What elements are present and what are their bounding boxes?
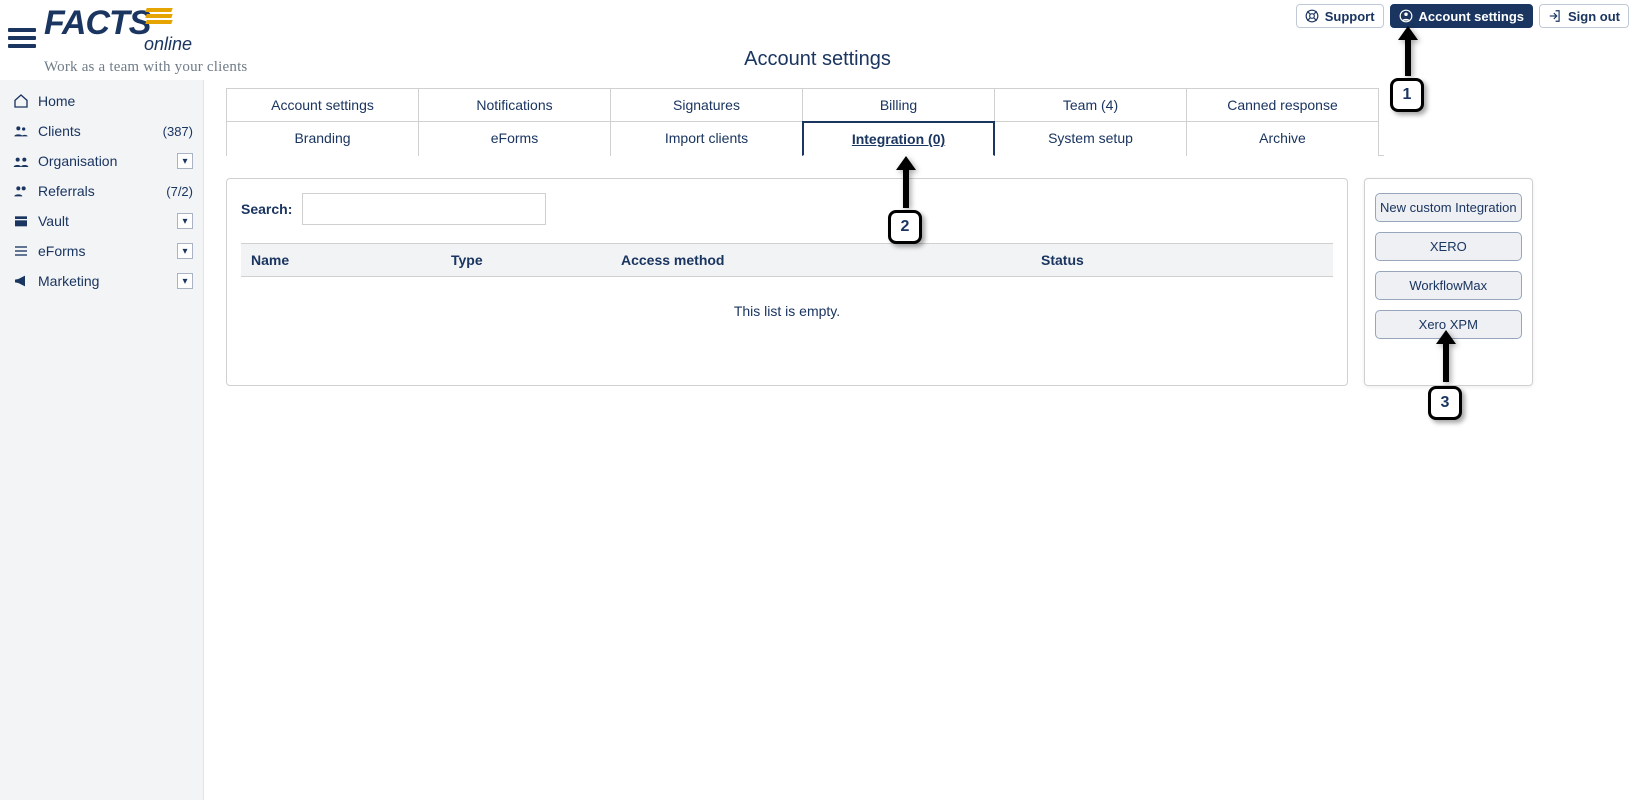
sign-out-label: Sign out <box>1568 9 1620 24</box>
sidebar-label: Referrals <box>38 183 166 199</box>
col-access[interactable]: Access method <box>611 244 1031 277</box>
chevron-down-icon[interactable]: ▾ <box>177 153 193 169</box>
sidebar-item-organisation[interactable]: Organisation ▾ <box>0 146 203 176</box>
sidebar-label: Vault <box>38 213 177 229</box>
user-circle-icon <box>1399 9 1413 23</box>
new-custom-integration-button[interactable]: New custom Integration <box>1375 193 1522 222</box>
sign-out-icon <box>1548 9 1562 23</box>
vault-icon <box>10 213 32 229</box>
annotation-arrow-2 <box>896 156 916 215</box>
bullhorn-icon <box>10 273 32 289</box>
search-label: Search: <box>241 201 292 217</box>
annotation-callout-3: 3 <box>1428 386 1462 420</box>
empty-message: This list is empty. <box>241 277 1333 345</box>
tab-import-clients[interactable]: Import clients <box>610 121 803 156</box>
sidebar-item-referrals[interactable]: Referrals (7/2) <box>0 176 203 206</box>
sign-out-button[interactable]: Sign out <box>1539 4 1629 28</box>
tab-system-setup[interactable]: System setup <box>994 121 1187 156</box>
home-icon <box>10 93 32 109</box>
sidebar-label: Home <box>38 93 193 109</box>
integration-table: Name Type Access method Status <box>241 243 1333 277</box>
top-actions: Support Account settings Sign out <box>1296 4 1629 28</box>
tab-branding[interactable]: Branding <box>226 121 419 156</box>
tab-billing[interactable]: Billing <box>802 88 995 121</box>
annotation-callout-2: 2 <box>888 210 922 244</box>
workflowmax-button[interactable]: WorkflowMax <box>1375 271 1522 300</box>
integration-panel: Search: Name Type Access method Status T… <box>226 178 1348 386</box>
xero-button[interactable]: XERO <box>1375 232 1522 261</box>
chevron-down-icon[interactable]: ▾ <box>177 273 193 289</box>
annotation-arrow-3 <box>1436 330 1456 389</box>
col-name[interactable]: Name <box>241 244 441 277</box>
account-settings-label: Account settings <box>1419 9 1524 24</box>
sidebar-label: eForms <box>38 243 177 259</box>
sidebar-label: Marketing <box>38 273 177 289</box>
topbar: FACTS online Work as a team with your cl… <box>0 0 1635 80</box>
sidebar-item-marketing[interactable]: Marketing ▾ <box>0 266 203 296</box>
main-content: Account settings Notifications Signature… <box>204 80 1635 800</box>
tab-signatures[interactable]: Signatures <box>610 88 803 121</box>
list-icon <box>10 243 32 259</box>
tab-canned-response[interactable]: Canned response <box>1186 88 1379 121</box>
tab-integration[interactable]: Integration (0) <box>802 121 995 156</box>
sidebar-count: (387) <box>163 124 193 139</box>
logo-text: FACTS <box>44 4 150 42</box>
col-status[interactable]: Status <box>1031 244 1333 277</box>
users-icon <box>10 123 32 139</box>
sidebar-label: Organisation <box>38 153 177 169</box>
annotation-arrow-1 <box>1398 26 1418 83</box>
tab-notifications[interactable]: Notifications <box>418 88 611 121</box>
tab-account-settings[interactable]: Account settings <box>226 88 419 121</box>
col-type[interactable]: Type <box>441 244 611 277</box>
menu-toggle[interactable] <box>8 24 36 48</box>
tab-eforms[interactable]: eForms <box>418 121 611 156</box>
tabs-row-2: Branding eForms Import clients Integrati… <box>226 121 1619 156</box>
chevron-down-icon[interactable]: ▾ <box>177 243 193 259</box>
sidebar: Home Clients (387) Organisation ▾ Referr… <box>0 80 204 800</box>
annotation-callout-1: 1 <box>1390 78 1424 112</box>
account-settings-button[interactable]: Account settings <box>1390 4 1533 28</box>
sidebar-item-home[interactable]: Home <box>0 86 203 116</box>
page-title: Account settings <box>0 48 1635 71</box>
tab-team[interactable]: Team (4) <box>994 88 1187 121</box>
people-icon <box>10 183 32 199</box>
sidebar-item-clients[interactable]: Clients (387) <box>0 116 203 146</box>
support-label: Support <box>1325 9 1375 24</box>
search-input[interactable] <box>302 193 546 225</box>
org-icon <box>10 153 32 169</box>
lifebuoy-icon <box>1305 9 1319 23</box>
sidebar-item-vault[interactable]: Vault ▾ <box>0 206 203 236</box>
sidebar-label: Clients <box>38 123 163 139</box>
support-button[interactable]: Support <box>1296 4 1384 28</box>
chevron-down-icon[interactable]: ▾ <box>177 213 193 229</box>
sidebar-count: (7/2) <box>166 184 193 199</box>
sidebar-item-eforms[interactable]: eForms ▾ <box>0 236 203 266</box>
tab-archive[interactable]: Archive <box>1186 121 1379 156</box>
